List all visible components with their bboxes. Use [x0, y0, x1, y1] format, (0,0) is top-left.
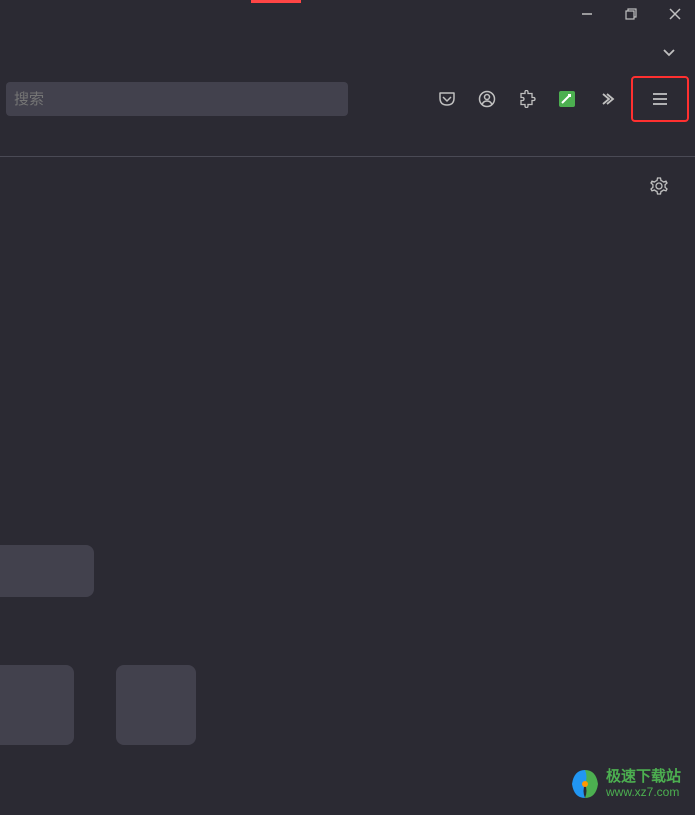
- page-settings-button[interactable]: [647, 175, 671, 199]
- extension-green-icon[interactable]: [551, 83, 583, 115]
- extensions-button[interactable]: [511, 83, 543, 115]
- watermark: 极速下载站 www.xz7.com: [568, 767, 681, 801]
- hamburger-icon: [651, 90, 669, 108]
- close-button[interactable]: [663, 2, 687, 26]
- tabs-dropdown-button[interactable]: [657, 40, 681, 64]
- content-tile-2[interactable]: [116, 665, 196, 745]
- minimize-button[interactable]: [575, 2, 599, 26]
- tab-bar: [0, 28, 695, 76]
- pocket-button[interactable]: [431, 83, 463, 115]
- content-card-1[interactable]: [0, 545, 94, 597]
- content-tile-1[interactable]: [0, 665, 74, 745]
- overflow-button[interactable]: [591, 83, 623, 115]
- gear-icon: [649, 177, 669, 197]
- search-input[interactable]: [6, 82, 348, 116]
- active-tab-indicator: [251, 0, 301, 3]
- app-menu-button[interactable]: [631, 76, 689, 122]
- window-titlebar: [0, 0, 695, 28]
- maximize-button[interactable]: [619, 2, 643, 26]
- watermark-name: 极速下载站: [606, 769, 681, 786]
- watermark-logo-icon: [568, 767, 602, 801]
- watermark-url: www.xz7.com: [606, 786, 681, 799]
- content-area: [0, 157, 695, 175]
- toolbar: [0, 76, 695, 122]
- account-button[interactable]: [471, 83, 503, 115]
